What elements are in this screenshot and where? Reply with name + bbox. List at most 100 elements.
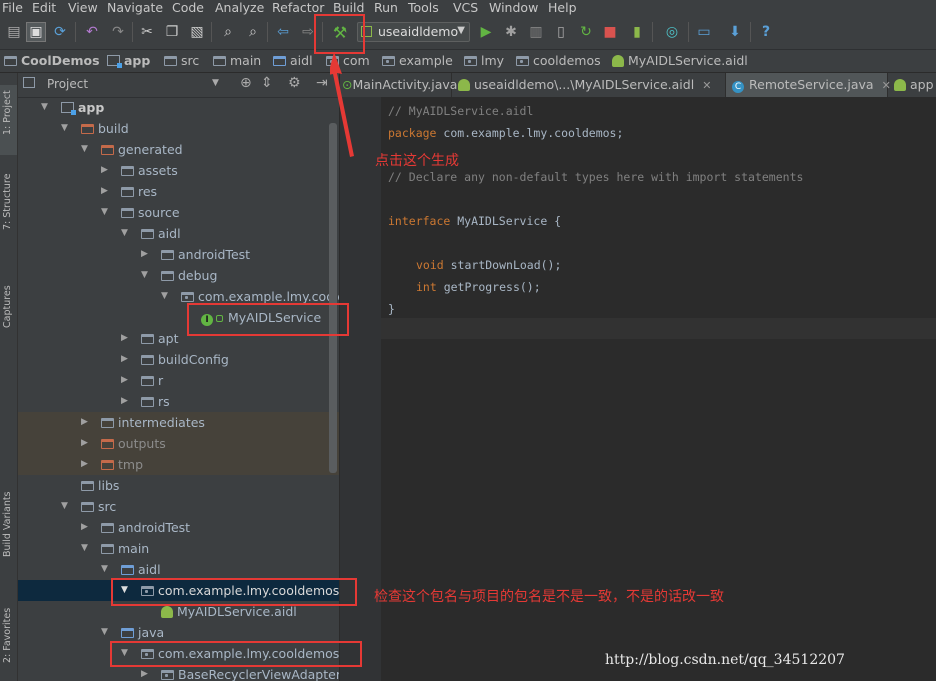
package-icon [464, 56, 477, 66]
chevron-down-icon[interactable]: ▼ [212, 78, 219, 88]
copy-icon[interactable]: ❐ [162, 22, 182, 42]
menu-run[interactable]: Run [374, 0, 398, 16]
tree-row-src[interactable]: ▼ src [18, 496, 339, 517]
tree-row-androidTest-generated[interactable]: ▶ androidTest [18, 244, 339, 265]
tree-row-tmp[interactable]: ▶ tmp [18, 454, 339, 475]
tool-window-strip: 1: Project 7: Structure Captures Build V… [0, 73, 18, 681]
tree-row-source[interactable]: ▼ source [18, 202, 339, 223]
tree-row-intermediates[interactable]: ▶ intermediates [18, 412, 339, 433]
folder-icon [161, 271, 174, 281]
open-icon[interactable]: ▤ [4, 22, 24, 42]
tab-aidl-file[interactable]: useaidldemo\...\MyAIDLService.aidl ✕ [452, 73, 726, 97]
tree-row-generated[interactable]: ▼ generated [18, 139, 339, 160]
back-icon[interactable]: ⇦ [273, 22, 293, 42]
save-icon[interactable]: ▣ [26, 22, 46, 42]
project-panel-header: Project ▼ ⊕ ⇕ ⚙ ⇥ [18, 73, 339, 98]
menu-edit[interactable]: Edit [32, 0, 56, 16]
package-icon [516, 56, 529, 66]
project-panel-title[interactable]: Project [47, 77, 88, 91]
crumb-example[interactable]: example [382, 53, 453, 69]
crumb-cooldemos[interactable]: cooldemos [516, 53, 601, 69]
menu-bar: File Edit View Navigate Code Analyze Ref… [0, 0, 936, 16]
package-icon [181, 292, 194, 302]
close-icon[interactable]: ✕ [702, 79, 711, 92]
tree-row-main[interactable]: ▼ main [18, 538, 339, 559]
debug-icon[interactable]: ✱ [501, 22, 521, 42]
menu-code[interactable]: Code [172, 0, 204, 16]
tab-build-variants[interactable]: Build Variants [2, 491, 13, 557]
menu-vcs[interactable]: VCS [453, 0, 478, 16]
tree-row-rs[interactable]: ▶ rs [18, 391, 339, 412]
tree-row-buildConfig[interactable]: ▶ buildConfig [18, 349, 339, 370]
menu-view[interactable]: View [68, 0, 98, 16]
collapse-all-icon[interactable]: ⇕ [261, 75, 273, 91]
tree-row-androidTest[interactable]: ▶ androidTest [18, 517, 339, 538]
folder-icon [141, 376, 154, 386]
crumb-main[interactable]: main [213, 53, 261, 69]
replace-icon[interactable]: ⌕ [243, 22, 263, 42]
collapsed-arrow-icon: ▶ [101, 186, 108, 196]
sdk-manager-icon[interactable]: ⬇ [725, 22, 745, 42]
cut-icon[interactable]: ✂ [137, 22, 157, 42]
tree-row-aidl[interactable]: ▼ aidl [18, 559, 339, 580]
profile-icon[interactable]: ▯ [551, 22, 571, 42]
crumb-lmy[interactable]: lmy [464, 53, 504, 69]
tree-row-assets[interactable]: ▶ assets [18, 160, 339, 181]
menu-window[interactable]: Window [489, 0, 538, 16]
sync-icon[interactable]: ⟳ [50, 22, 70, 42]
tree-row-r[interactable]: ▶ r [18, 370, 339, 391]
collapsed-arrow-icon: ▶ [101, 165, 108, 175]
menu-analyze[interactable]: Analyze [215, 0, 264, 16]
tree-row-app[interactable]: ▼ app [18, 97, 339, 118]
apply-changes-icon[interactable]: ↻ [576, 22, 596, 42]
tab-structure[interactable]: 7: Structure [2, 174, 13, 230]
module-icon [61, 102, 76, 115]
tree-row-java[interactable]: ▼ java [18, 622, 339, 643]
menu-tools[interactable]: Tools [408, 0, 439, 16]
tree-row-debug[interactable]: ▼ debug [18, 265, 339, 286]
folder-icon [164, 56, 177, 66]
locate-icon[interactable]: ⊕ [240, 75, 252, 91]
tab-remoteservice[interactable]: C RemoteService.java ✕ [726, 73, 891, 97]
run-icon[interactable]: ▶ [476, 22, 496, 42]
gear-icon[interactable]: ⚙ [288, 75, 301, 91]
collapsed-arrow-icon: ▶ [121, 396, 128, 406]
tree-row-libs[interactable]: libs [18, 475, 339, 496]
crumb-aidl[interactable]: aidl [273, 53, 313, 69]
menu-help[interactable]: Help [548, 0, 577, 16]
tree-row-outputs[interactable]: ▶ outputs [18, 433, 339, 454]
project-structure-icon[interactable]: ▭ [694, 22, 714, 42]
tab-captures[interactable]: Captures [2, 285, 13, 328]
folder-icon [213, 56, 226, 66]
menu-navigate[interactable]: Navigate [107, 0, 163, 16]
collapsed-arrow-icon: ▶ [121, 354, 128, 364]
tree-row-aidl-generated[interactable]: ▼ aidl [18, 223, 339, 244]
tab-favorites[interactable]: 2: Favorites [2, 608, 13, 663]
tab-app[interactable]: app [888, 73, 936, 97]
folder-icon [121, 208, 134, 218]
stop-icon[interactable]: ■ [600, 22, 620, 42]
redo-icon[interactable]: ↷ [108, 22, 128, 42]
crumb-coolDemos[interactable]: CoolDemos [4, 53, 100, 69]
sync-gradle-icon[interactable]: ◎ [662, 22, 682, 42]
help-icon[interactable]: ? [756, 22, 776, 42]
menu-file[interactable]: File [2, 0, 23, 16]
paste-icon[interactable]: ▧ [187, 22, 207, 42]
scrollbar[interactable] [329, 123, 337, 473]
class-icon: C [732, 81, 744, 93]
crumb-app[interactable]: app [107, 53, 150, 69]
avd-manager-icon[interactable]: ▮ [627, 22, 647, 42]
crumb-file[interactable]: MyAIDLService.aidl [612, 53, 748, 69]
tab-project[interactable]: 1: Project [2, 90, 13, 135]
folder-icon [121, 166, 134, 176]
tree-row-res[interactable]: ▶ res [18, 181, 339, 202]
crumb-src[interactable]: src [164, 53, 199, 69]
collapsed-arrow-icon: ▶ [121, 333, 128, 343]
tree-row-build[interactable]: ▼ build [18, 118, 339, 139]
hide-icon[interactable]: ⇥ [316, 75, 328, 91]
find-icon[interactable]: ⌕ [218, 22, 238, 42]
android-icon [161, 606, 173, 618]
undo-icon[interactable]: ↶ [82, 22, 102, 42]
coverage-icon[interactable]: ▥ [526, 22, 546, 42]
run-config-select[interactable]: useaidldemo ▼ [357, 22, 470, 42]
